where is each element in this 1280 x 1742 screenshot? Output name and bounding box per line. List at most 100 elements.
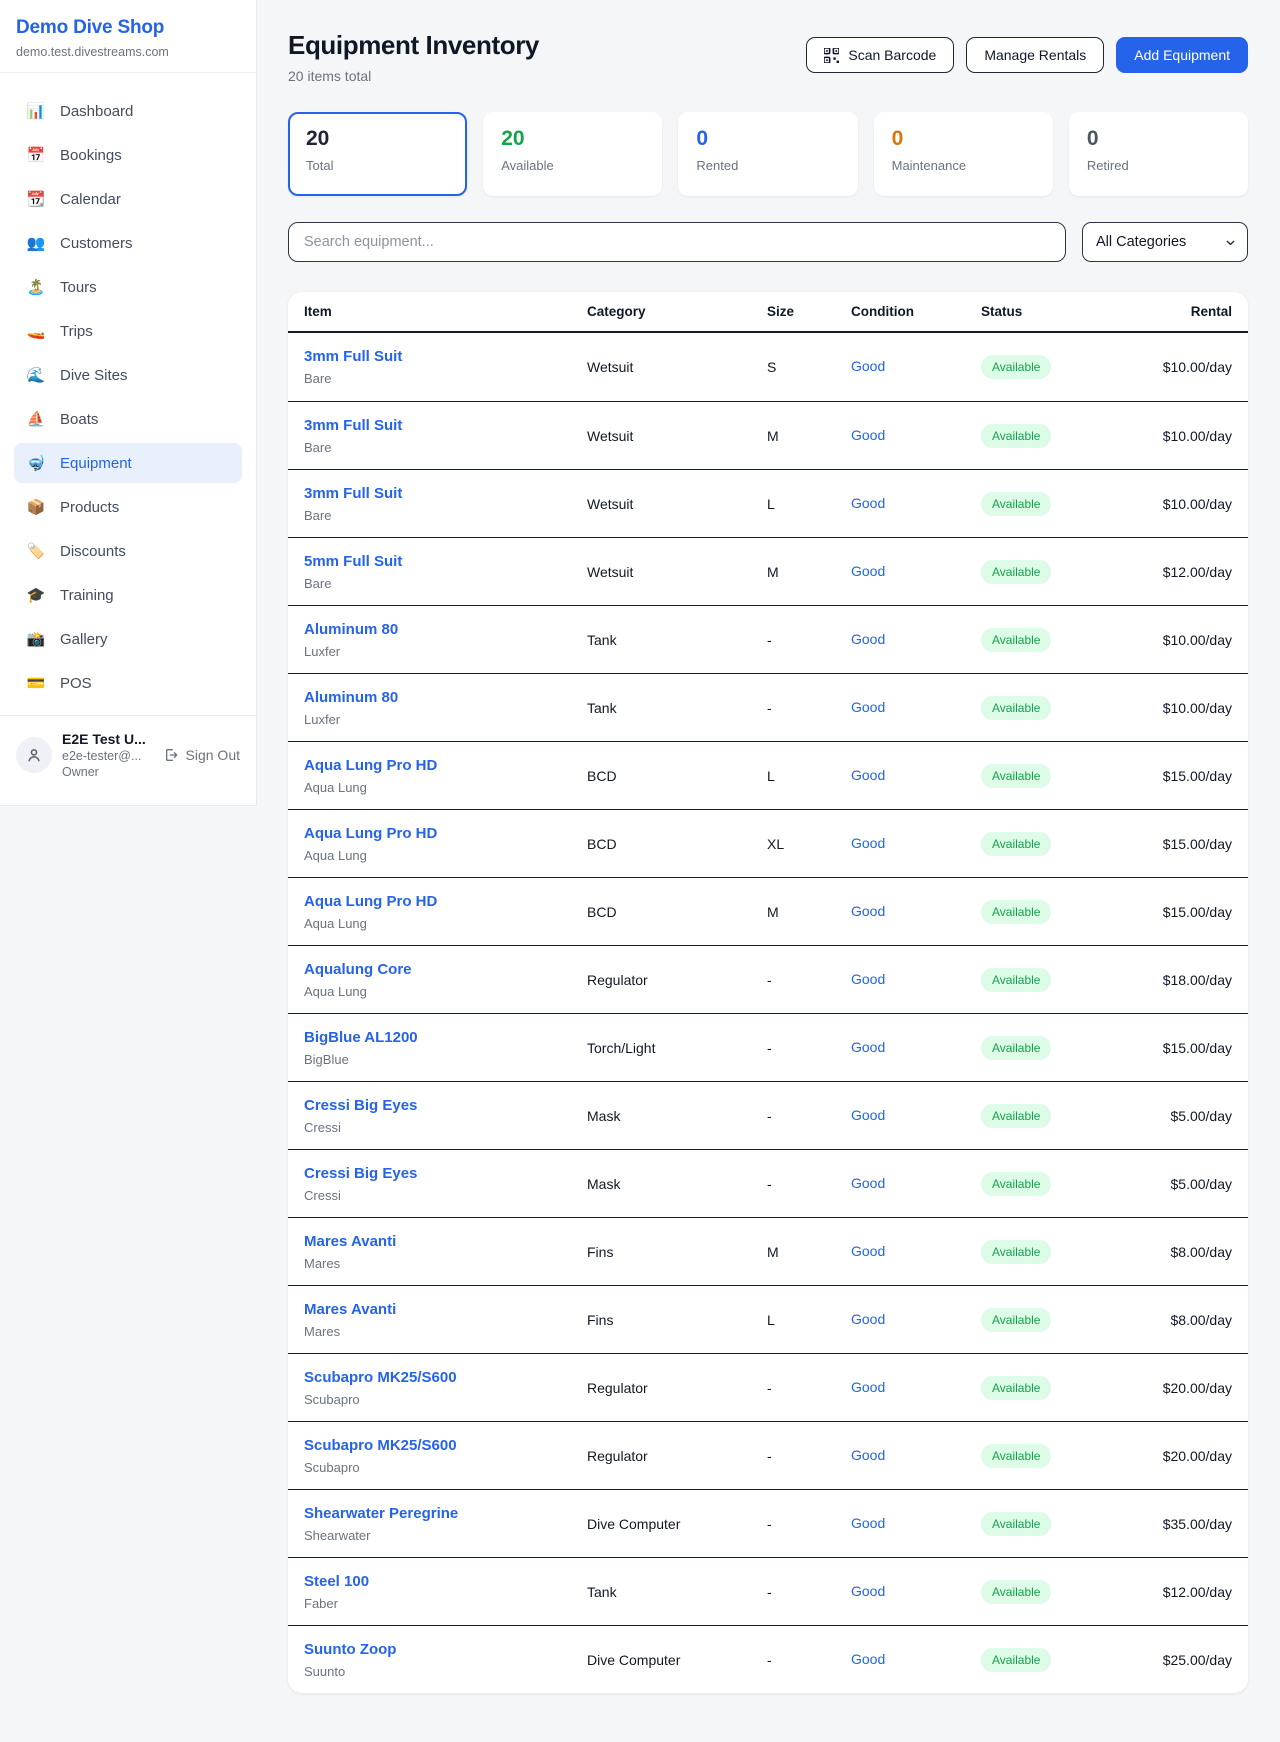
- stat-card-retired[interactable]: 0 Retired: [1069, 112, 1248, 196]
- item-name-link[interactable]: Mares Avanti: [304, 1233, 396, 1250]
- item-name-link[interactable]: Mares Avanti: [304, 1301, 396, 1318]
- item-size: M: [767, 1244, 851, 1260]
- item-cell: Aluminum 80 Luxfer: [304, 689, 587, 727]
- scan-barcode-button[interactable]: Scan Barcode: [806, 37, 954, 73]
- user-meta: E2E Test U... e2e-tester@... Owner: [62, 731, 146, 779]
- table-row: 3mm Full Suit Bare Wetsuit L Good Availa…: [288, 469, 1248, 537]
- item-name-link[interactable]: Shearwater Peregrine: [304, 1505, 458, 1522]
- item-cell: Cressi Big Eyes Cressi: [304, 1097, 587, 1135]
- table-row: Scubapro MK25/S600 Scubapro Regulator - …: [288, 1421, 1248, 1489]
- sidebar-item-customers[interactable]: 👥 Customers: [14, 223, 242, 263]
- sidebar-item-training[interactable]: 🎓 Training: [14, 575, 242, 615]
- stat-label: Maintenance: [892, 158, 1035, 173]
- stat-label: Available: [501, 158, 644, 173]
- item-condition-link[interactable]: Good: [851, 1175, 885, 1191]
- status-badge: Available: [981, 696, 1051, 720]
- sidebar-item-bookings[interactable]: 📅 Bookings: [14, 135, 242, 175]
- item-name-link[interactable]: Cressi Big Eyes: [304, 1165, 417, 1182]
- sidebar-item-pos[interactable]: 💳 POS: [14, 663, 242, 703]
- table-row: Shearwater Peregrine Shearwater Dive Com…: [288, 1489, 1248, 1557]
- package-icon: 📦: [25, 498, 47, 516]
- avatar: [16, 737, 52, 773]
- item-condition-link[interactable]: Good: [851, 835, 885, 851]
- search-input[interactable]: [288, 222, 1066, 262]
- sidebar-item-discounts[interactable]: 🏷️ Discounts: [14, 531, 242, 571]
- chevron-down-icon: [1225, 237, 1236, 248]
- sidebar-item-calendar[interactable]: 📆 Calendar: [14, 179, 242, 219]
- status-badge: Available: [981, 1444, 1051, 1468]
- item-brand: Bare: [304, 440, 587, 455]
- item-condition-link[interactable]: Good: [851, 699, 885, 715]
- item-cell: Shearwater Peregrine Shearwater: [304, 1505, 587, 1543]
- stat-card-available[interactable]: 20 Available: [483, 112, 662, 196]
- item-size: -: [767, 1448, 851, 1464]
- brand-name[interactable]: Demo Dive Shop: [16, 17, 240, 39]
- item-condition-link[interactable]: Good: [851, 358, 885, 374]
- item-condition-link[interactable]: Good: [851, 495, 885, 511]
- item-category: Wetsuit: [587, 564, 767, 580]
- stat-card-maintenance[interactable]: 0 Maintenance: [874, 112, 1053, 196]
- sidebar-item-trips[interactable]: 🚤 Trips: [14, 311, 242, 351]
- status-badge: Available: [981, 424, 1051, 448]
- item-name-link[interactable]: Aluminum 80: [304, 621, 398, 638]
- sign-out-button[interactable]: Sign Out: [163, 747, 240, 763]
- item-name-link[interactable]: 3mm Full Suit: [304, 485, 402, 502]
- table-row: Cressi Big Eyes Cressi Mask - Good Avail…: [288, 1149, 1248, 1217]
- item-condition-link[interactable]: Good: [851, 1515, 885, 1531]
- item-condition-link[interactable]: Good: [851, 1311, 885, 1327]
- item-name-link[interactable]: Scubapro MK25/S600: [304, 1437, 457, 1454]
- sidebar-item-boats[interactable]: ⛵ Boats: [14, 399, 242, 439]
- sidebar-nav: 📊 Dashboard 📅 Bookings 📆 Calendar 👥 Cust…: [0, 73, 256, 713]
- item-name-link[interactable]: 3mm Full Suit: [304, 417, 402, 434]
- stat-value: 0: [696, 127, 839, 151]
- item-rental: $12.00/day: [1092, 1584, 1232, 1600]
- stat-card-total[interactable]: 20 Total: [288, 112, 467, 196]
- item-condition-link[interactable]: Good: [851, 1379, 885, 1395]
- manage-rentals-button[interactable]: Manage Rentals: [966, 37, 1104, 73]
- item-condition-link[interactable]: Good: [851, 631, 885, 647]
- item-condition-link[interactable]: Good: [851, 1107, 885, 1123]
- island-icon: 🏝️: [25, 278, 47, 296]
- item-name-link[interactable]: BigBlue AL1200: [304, 1029, 418, 1046]
- status-badge: Available: [981, 560, 1051, 584]
- item-condition-link[interactable]: Good: [851, 1447, 885, 1463]
- sidebar-item-dashboard[interactable]: 📊 Dashboard: [14, 91, 242, 131]
- sidebar-item-products[interactable]: 📦 Products: [14, 487, 242, 527]
- category-filter-select[interactable]: All Categories: [1082, 222, 1248, 262]
- item-name-link[interactable]: Scubapro MK25/S600: [304, 1369, 457, 1386]
- item-category: Torch/Light: [587, 1040, 767, 1056]
- item-condition-link[interactable]: Good: [851, 427, 885, 443]
- item-category: Fins: [587, 1244, 767, 1260]
- item-name-link[interactable]: Aqua Lung Pro HD: [304, 825, 437, 842]
- status-badge: Available: [981, 1104, 1051, 1128]
- item-name-link[interactable]: Suunto Zoop: [304, 1641, 396, 1658]
- item-name-link[interactable]: Aqua Lung Pro HD: [304, 893, 437, 910]
- item-condition-link[interactable]: Good: [851, 767, 885, 783]
- item-condition-link[interactable]: Good: [851, 1243, 885, 1259]
- item-condition-link[interactable]: Good: [851, 971, 885, 987]
- sidebar-item-dive-sites[interactable]: 🌊 Dive Sites: [14, 355, 242, 395]
- item-size: L: [767, 1312, 851, 1328]
- camera-icon: 📸: [25, 630, 47, 648]
- table-row: 3mm Full Suit Bare Wetsuit S Good Availa…: [288, 333, 1248, 401]
- item-name-link[interactable]: Cressi Big Eyes: [304, 1097, 417, 1114]
- stat-label: Rented: [696, 158, 839, 173]
- bar-chart-icon: 📊: [25, 102, 47, 120]
- item-name-link[interactable]: 5mm Full Suit: [304, 553, 402, 570]
- item-name-link[interactable]: 3mm Full Suit: [304, 348, 402, 365]
- item-name-link[interactable]: Aqualung Core: [304, 961, 412, 978]
- sidebar-item-equipment[interactable]: 🤿 Equipment: [14, 443, 242, 483]
- add-equipment-button[interactable]: Add Equipment: [1116, 37, 1248, 73]
- item-name-link[interactable]: Steel 100: [304, 1573, 369, 1590]
- item-name-link[interactable]: Aluminum 80: [304, 689, 398, 706]
- item-condition-link[interactable]: Good: [851, 1039, 885, 1055]
- item-name-link[interactable]: Aqua Lung Pro HD: [304, 757, 437, 774]
- sidebar-item-gallery[interactable]: 📸 Gallery: [14, 619, 242, 659]
- item-condition-link[interactable]: Good: [851, 903, 885, 919]
- item-condition-link[interactable]: Good: [851, 1583, 885, 1599]
- item-condition-link[interactable]: Good: [851, 1651, 885, 1667]
- item-category: Fins: [587, 1312, 767, 1328]
- sidebar-item-tours[interactable]: 🏝️ Tours: [14, 267, 242, 307]
- item-condition-link[interactable]: Good: [851, 563, 885, 579]
- stat-card-rented[interactable]: 0 Rented: [678, 112, 857, 196]
